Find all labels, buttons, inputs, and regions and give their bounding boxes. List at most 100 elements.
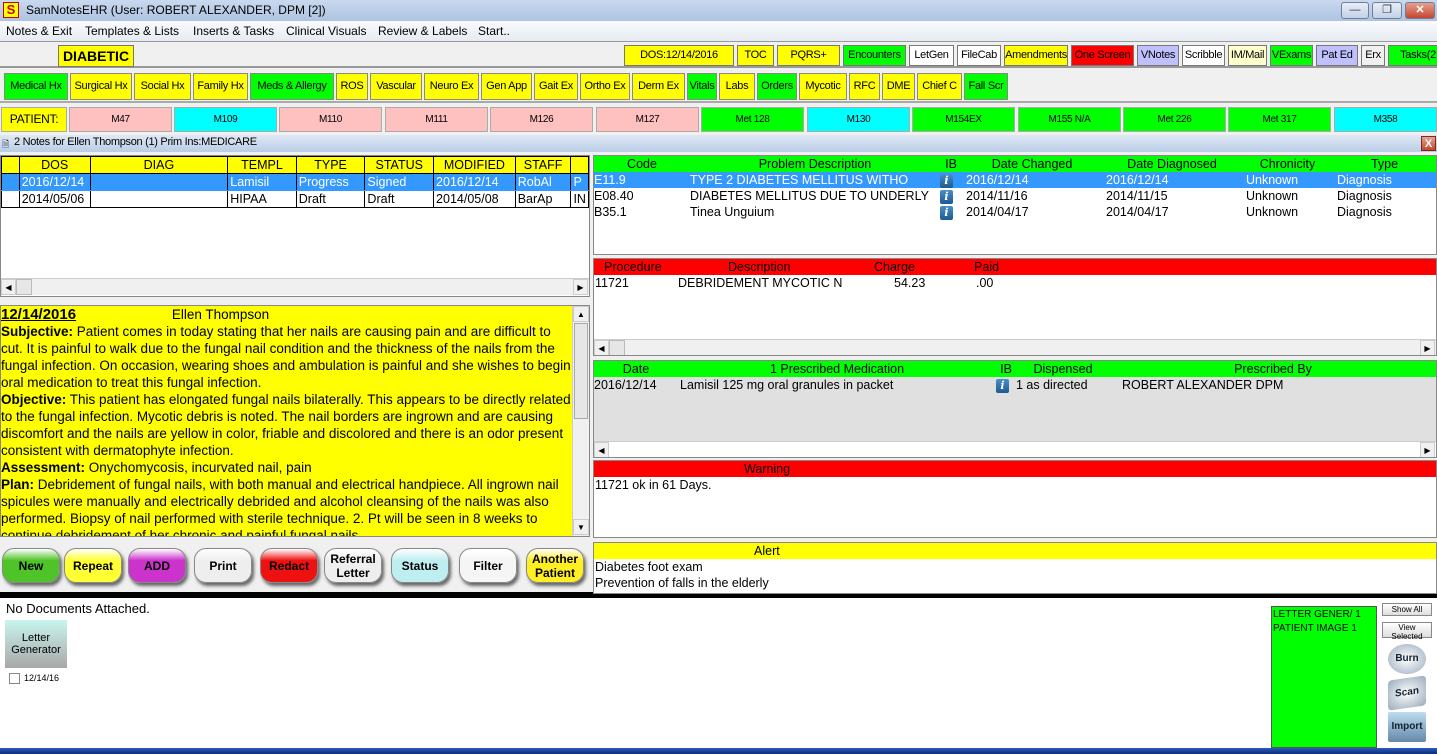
doc-category-item[interactable]: PATIENT IMAGE 1 [1273,622,1375,636]
column-header-code[interactable]: Code [594,156,690,172]
new-button[interactable]: New [2,548,60,583]
section-tab-family-hx[interactable]: Family Hx [193,73,248,100]
restore-button[interactable]: ❐ [1372,2,1402,19]
measure-met-226[interactable]: Met 226 [1123,107,1226,132]
minimize-button[interactable]: — [1341,2,1369,19]
scroll-left-icon[interactable]: ◀ [594,442,609,457]
measure-m126[interactable]: M126 [490,107,593,132]
measure-m110[interactable]: M110 [279,107,382,132]
info-button-icon[interactable]: i [940,173,953,188]
toolbar-btn-encounters[interactable]: Encounters [843,45,906,66]
document-checkbox[interactable] [9,673,20,684]
scroll-thumb[interactable] [609,340,625,355]
column-header-ib[interactable]: IB [940,156,962,172]
column-header-date-changed[interactable]: Date Changed [962,156,1102,172]
menu-clinical-visuals[interactable]: Clinical Visuals [286,24,366,38]
measure-m47[interactable]: M47 [69,107,172,132]
cell-ib[interactable]: i [940,188,962,204]
section-tab-ortho-ex[interactable]: Ortho Ex [580,73,630,100]
column-header-date-diagnosed[interactable]: Date Diagnosed [1102,156,1242,172]
column-header-staff[interactable]: STAFF [514,156,572,174]
section-tab-meds-allergy[interactable]: Meds & Allergy [250,73,334,100]
burn-button[interactable]: Burn [1388,644,1426,674]
toolbar-btn-tasks-2[interactable]: Tasks(2 [1388,45,1437,66]
info-button-icon[interactable]: i [996,378,1009,393]
column-header-procedure[interactable]: Procedure [594,259,678,275]
letter-generator-button[interactable]: Letter Generator [5,620,67,668]
section-tab-derm-ex[interactable]: Derm Ex [632,73,685,100]
measure-m155-n-a[interactable]: M155 N/A [1018,107,1121,132]
notes-close-button[interactable]: X [1421,136,1436,151]
toolbar-btn-amendments[interactable]: Amendments [1004,45,1068,66]
menu-templates-lists[interactable]: Templates & Lists [85,24,179,38]
template-label[interactable]: DIABETIC [58,45,134,67]
toolbar-btn-im-mail[interactable]: IM/Mail [1228,45,1267,66]
notes-horizontal-scrollbar[interactable]: ◀ ▶ [1,278,589,295]
column-header-charge[interactable]: Charge [874,259,964,275]
scroll-right-icon[interactable]: ▶ [573,279,588,295]
column-header-chronicity[interactable]: Chronicity [1242,156,1333,172]
scroll-up-icon[interactable]: ▲ [573,306,589,322]
column-header-blank[interactable] [1,156,20,174]
column-header-date[interactable]: Date [594,361,678,377]
measure-m127[interactable]: M127 [596,107,699,132]
toolbar-btn-one-screen[interactable]: One Screen [1071,45,1134,66]
scroll-thumb[interactable] [16,279,32,295]
column-header-diag[interactable]: DIAG [89,156,229,174]
toolbar-btn-vexams[interactable]: VExams [1270,45,1313,66]
section-tab-vascular[interactable]: Vascular [370,73,422,100]
cell-ib[interactable]: i [940,172,962,188]
info-button-icon[interactable]: i [940,189,953,204]
section-tab-surgical-hx[interactable]: Surgical Hx [70,73,132,100]
column-header-problem-description[interactable]: Problem Description [690,156,940,172]
column-header-blank[interactable] [570,156,589,174]
column-header-dispensed[interactable]: Dispensed [1016,361,1110,377]
redact-button[interactable]: Redact [260,548,318,583]
scroll-thumb[interactable] [574,323,588,419]
column-header-templ[interactable]: TEMPL [227,156,297,174]
toolbar-btn-filecab[interactable]: FileCab [957,45,1001,66]
procedures-horizontal-scrollbar[interactable]: ◀ ▶ [594,339,1436,355]
measure-m358[interactable]: M358 [1334,107,1437,132]
measure-met-317[interactable]: Met 317 [1228,107,1331,132]
toolbar-btn-dos-12-14-2016[interactable]: DOS:12/14/2016 [624,45,734,66]
scroll-left-icon[interactable]: ◀ [1,279,16,295]
measure-m109[interactable]: M109 [174,107,277,132]
toolbar-btn-pqrs[interactable]: PQRS+ [777,45,840,66]
section-tab-rfc[interactable]: RFC [849,73,880,100]
cell-ib[interactable]: i [940,204,962,220]
column-header-1-prescribed-medication[interactable]: 1 Prescribed Medication [678,361,996,377]
toolbar-btn-toc[interactable]: TOC [737,45,774,66]
column-header-description[interactable]: Description [678,259,874,275]
close-button[interactable]: ✕ [1405,2,1435,19]
toolbar-btn-scribble[interactable]: Scribble [1182,45,1225,66]
table-row[interactable]: 11721 DEBRIDEMENT MYCOTIC N 54.23 .00 [594,275,1436,291]
section-tab-medical-hx[interactable]: Medical Hx [4,73,68,100]
column-header-type[interactable]: TYPE [295,156,366,174]
menu-notes-exit[interactable]: Notes & Exit [6,24,72,38]
print-button[interactable]: Print [194,548,252,583]
toolbar-btn-vnotes[interactable]: VNotes [1137,45,1179,66]
table-row[interactable]: B35.1 Tinea Unguium i 2014/04/17 2014/04/17 U… [594,204,1436,220]
section-tab-ros[interactable]: ROS [336,73,368,100]
section-tab-neuro-ex[interactable]: Neuro Ex [424,73,479,100]
add-button[interactable]: ADD [128,548,186,583]
document-category-list[interactable]: LETTER GENER/ 1 PATIENT IMAGE 1 [1271,606,1377,748]
status-button[interactable]: Status [391,548,449,583]
section-tab-chief-c[interactable]: Chief C [917,73,962,100]
column-header-modified[interactable]: MODIFIED [433,156,516,174]
measure-m154ex[interactable]: M154EX [912,107,1015,132]
scan-button[interactable]: Scan [1388,675,1426,711]
section-tab-mycotic[interactable]: Mycotic [799,73,847,100]
table-row[interactable]: E11.9 TYPE 2 DIABETES MELLITUS WITHO i 2016… [594,172,1436,188]
table-row[interactable]: 2016/12/14 Lamisil Progress Signed 2016/12/1… [1,173,589,191]
repeat-button[interactable]: Repeat [64,548,122,583]
table-row[interactable]: E08.40 DIABETES MELLITUS DUE TO UNDERLY i 2… [594,188,1436,204]
note-vertical-scrollbar[interactable]: ▲ ▼ [572,306,589,536]
column-header-status[interactable]: STATUS [364,156,435,174]
section-tab-orders[interactable]: Orders [757,73,797,100]
import-button[interactable]: Import [1388,712,1426,742]
medications-horizontal-scrollbar[interactable]: ◀ ▶ [594,441,1436,457]
section-tab-social-hx[interactable]: Social Hx [134,73,191,100]
section-tab-gait-ex[interactable]: Gait Ex [534,73,578,100]
